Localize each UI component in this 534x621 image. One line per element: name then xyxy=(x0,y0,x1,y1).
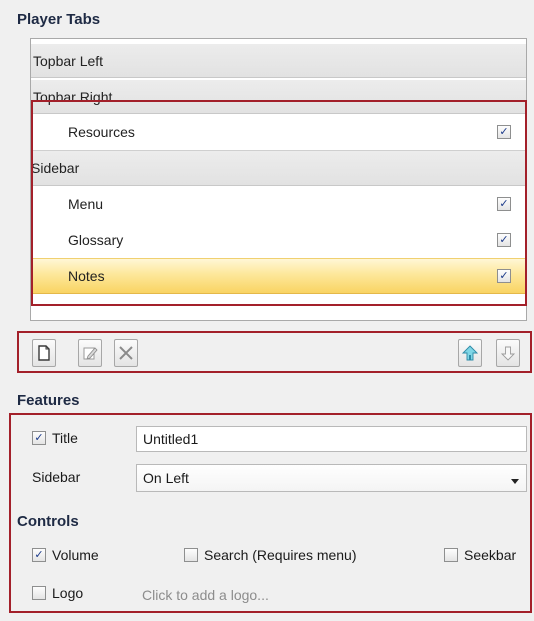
logo-checkbox[interactable] xyxy=(32,586,46,600)
group-topbar-left[interactable]: Topbar Left xyxy=(31,44,526,78)
logo-add-link[interactable]: Click to add a logo... xyxy=(142,587,269,603)
move-up-icon xyxy=(462,345,478,361)
search-checkbox[interactable] xyxy=(184,548,198,562)
edit-tab-button[interactable] xyxy=(78,339,102,367)
seekbar-checkbox-item[interactable]: Seekbar xyxy=(444,547,516,563)
features-title: Features xyxy=(17,392,80,409)
delete-tab-button[interactable] xyxy=(114,339,138,367)
title-checkbox-item[interactable]: ✓ Title xyxy=(32,430,78,446)
logo-label: Logo xyxy=(52,585,84,601)
move-down-button[interactable] xyxy=(496,339,520,367)
player-tabs-title: Player Tabs xyxy=(17,11,101,28)
new-page-icon xyxy=(38,345,50,361)
edit-icon xyxy=(83,347,98,360)
seekbar-label: Seekbar xyxy=(464,547,517,563)
new-tab-button[interactable] xyxy=(32,339,56,367)
search-checkbox-item[interactable]: Search (Requires menu) xyxy=(184,547,357,563)
logo-checkbox-item[interactable]: Logo xyxy=(32,585,83,601)
title-input[interactable]: Untitled1 xyxy=(136,426,527,452)
volume-checkbox[interactable]: ✓ xyxy=(32,548,46,562)
delete-icon xyxy=(119,346,133,360)
group-label: Topbar Left xyxy=(33,52,104,69)
sidebar-select[interactable]: On Left xyxy=(136,464,527,492)
controls-title: Controls xyxy=(17,513,79,530)
chevron-down-icon xyxy=(511,479,519,484)
sidebar-label: Sidebar xyxy=(32,469,81,485)
highlight-frame-tabs xyxy=(31,100,527,306)
seekbar-checkbox[interactable] xyxy=(444,548,458,562)
search-label: Search (Requires menu) xyxy=(204,547,357,563)
volume-checkbox-item[interactable]: ✓ Volume xyxy=(32,547,99,563)
move-down-icon xyxy=(500,346,516,361)
sidebar-select-value: On Left xyxy=(143,470,189,486)
title-checkbox[interactable]: ✓ xyxy=(32,431,46,445)
title-checkbox-label: Title xyxy=(52,430,78,446)
volume-label: Volume xyxy=(52,547,99,563)
move-up-button[interactable] xyxy=(458,339,482,367)
